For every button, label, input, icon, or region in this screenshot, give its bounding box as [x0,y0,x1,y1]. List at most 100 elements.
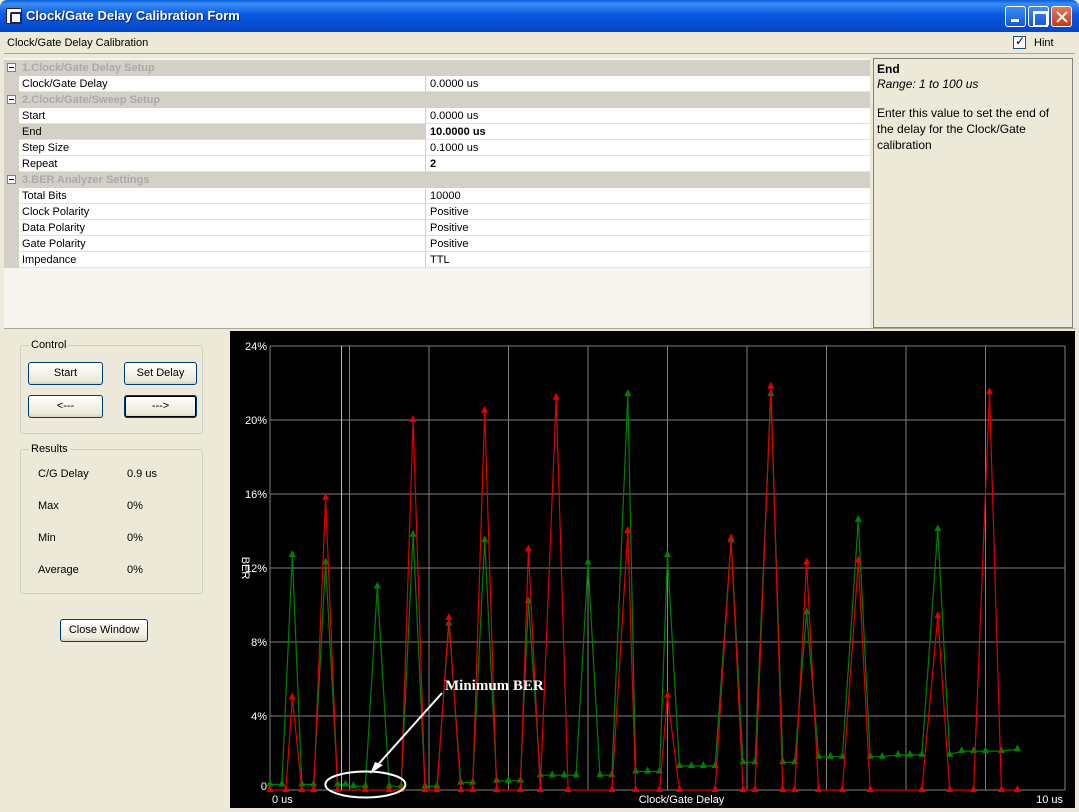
prop-name: End [19,124,426,140]
prop-row-gate-polarity[interactable]: Gate Polarity Positive [4,236,870,252]
green-data-point [751,757,759,765]
green-data-point [970,746,978,754]
green-data-point [711,760,719,768]
window-title: Clock/Gate Delay Calibration Form [26,8,240,23]
prop-value[interactable]: 10.0000 us [426,124,870,140]
minimum-ber-annotation: Minimum BER [445,678,544,694]
next-step-button[interactable]: ---> [124,395,197,418]
hint-title: End [877,62,900,76]
red-data-point [481,405,489,413]
green-data-point [958,746,966,754]
green-data-point [481,535,489,543]
green-data-point [505,775,512,783]
prop-row-total-bits[interactable]: Total Bits 10000 [4,188,870,204]
annotation-arrow [374,692,443,769]
red-data-point [675,785,683,792]
hint-label: Hint [1034,37,1054,49]
hint-range: Range: 1 to 100 us [877,77,979,91]
green-data-point [278,779,286,787]
ber-chart: 0 4% 8% 12% 16% 20% 24% 0 us 10 us Clock/Gate Del… [230,331,1075,808]
prop-value[interactable]: Positive [426,204,870,220]
prop-name: Gate Polarity [19,236,426,252]
prop-name: Clock/Gate Delay [19,76,426,92]
result-label-average: Average [38,564,79,576]
prop-name: Repeat [19,156,426,172]
prop-value[interactable]: 0.0000 us [426,108,870,124]
set-delay-button[interactable]: Set Delay [124,362,197,385]
red-data-point [516,785,524,792]
prop-name: Clock Polarity [19,204,426,220]
red-data-point [711,785,719,792]
prop-row-step-size[interactable]: Step Size 0.1000 us [4,140,870,156]
close-window-button[interactable]: Close Window [60,619,148,642]
prop-row-end[interactable]: End 10.0000 us [4,124,870,140]
prop-row-repeat[interactable]: Repeat 2 [4,156,870,172]
prop-name: Impedance [19,252,426,268]
prop-value[interactable]: 0.0000 us [426,76,870,92]
green-data-point [739,757,747,765]
green-data-point [894,749,902,757]
prop-row-impedance[interactable]: Impedance TTL [4,252,870,268]
green-data-point [409,529,417,537]
green-data-point [826,751,834,759]
collapse-icon[interactable] [7,95,16,104]
red-data-point [564,785,572,792]
green-data-point [608,770,616,778]
hint-checkbox[interactable] [1013,34,1026,49]
red-data-point [985,387,993,395]
maximize-button[interactable] [1028,6,1049,27]
y-tick-label: 20% [245,415,267,427]
category-clock-gate-delay-setup[interactable]: 1.Clock/Gate Delay Setup [4,60,870,76]
property-grid: 1.Clock/Gate Delay Setup Clock/Gate Dela… [4,58,870,328]
prop-value[interactable]: Positive [426,236,870,252]
green-data-point [572,770,580,778]
minimize-button[interactable] [1005,6,1026,27]
results-group: Results C/G Delay 0.9 us Max 0% Min 0% A… [20,443,203,594]
red-data-point [288,692,296,700]
result-value-average: 0% [127,564,143,576]
green-series-line [270,394,1018,787]
results-group-title: Results [29,443,70,455]
red-data-point [445,612,453,620]
red-data-point [791,785,799,792]
red-data-point [739,785,747,792]
y-tick-label: 24% [245,341,267,353]
start-button[interactable]: Start [28,362,103,385]
prop-value[interactable]: TTL [426,252,870,268]
green-data-point [584,557,592,565]
prop-row-data-polarity[interactable]: Data Polarity Positive [4,220,870,236]
prop-value[interactable]: 0.1000 us [426,140,870,156]
green-data-point [699,760,707,768]
red-data-point [656,785,664,792]
green-data-point [349,781,357,789]
prop-row-clock-polarity[interactable]: Clock Polarity Positive [4,204,870,220]
prop-value[interactable]: Positive [426,220,870,236]
prop-value[interactable]: 2 [426,156,870,172]
close-button[interactable] [1051,6,1072,27]
red-data-point [727,533,735,541]
red-data-point [946,785,954,792]
result-value-min: 0% [127,532,143,544]
y-tick-label: 8% [251,637,267,649]
red-data-point [866,785,874,792]
red-data-point [608,785,616,792]
previous-step-button[interactable]: <--- [28,395,103,418]
red-data-point [997,785,1005,792]
title-bar: Clock/Gate Delay Calibration Form [0,0,1079,32]
green-data-point [1013,744,1021,752]
result-value-max: 0% [127,500,143,512]
green-data-point [918,749,926,757]
prop-row-clock-gate-delay[interactable]: Clock/Gate Delay 0.0000 us [4,76,870,92]
red-data-point [536,785,544,792]
red-data-point [803,557,811,565]
collapse-icon[interactable] [7,175,16,184]
y-tick-label: 16% [245,489,267,501]
collapse-icon[interactable] [7,63,16,72]
category-sweep-setup[interactable]: 2.Clock/Gate/Sweep Setup [4,92,870,108]
prop-value[interactable]: 10000 [426,188,870,204]
category-label: 3.BER Analyzer Settings [22,174,150,186]
red-data-point [409,415,417,422]
green-data-point [791,757,799,765]
prop-row-start[interactable]: Start 0.0000 us [4,108,870,124]
category-ber-analyzer-settings[interactable]: 3.BER Analyzer Settings [4,172,870,188]
